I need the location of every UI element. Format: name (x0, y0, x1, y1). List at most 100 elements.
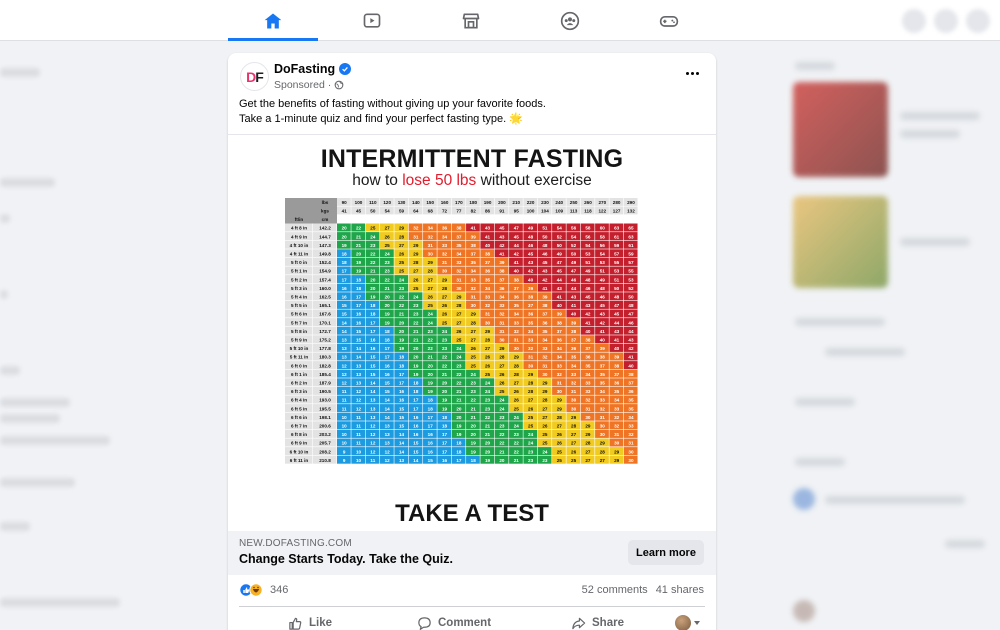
bmi-value: 23 (514, 432, 520, 437)
bmi-value: 17 (385, 346, 391, 351)
bmi-value: 22 (356, 226, 362, 231)
bmi-value: 22 (385, 277, 391, 282)
bmi-value: 46 (600, 295, 606, 300)
comment-button[interactable]: Comment (417, 611, 491, 630)
bmi-value: 60 (600, 226, 606, 231)
bmi-value: 17 (385, 355, 391, 360)
notifications-icon[interactable] (966, 9, 990, 33)
bmi-value: 18 (342, 260, 348, 265)
audience-selector[interactable] (675, 615, 700, 630)
bmi-value: 18 (385, 338, 391, 343)
height-ft-label: 6 ft 0 in (291, 363, 307, 368)
link-preview[interactable]: NEW.DOFASTING.COM Change Starts Today. T… (228, 531, 716, 575)
bmi-value: 47 (628, 312, 634, 317)
height-ft-label: 6 ft 5 in (291, 406, 307, 411)
height-ft-label: 6 ft 7 in (291, 424, 307, 429)
page-avatar[interactable]: DF (240, 62, 269, 91)
bmi-value: 49 (557, 252, 563, 257)
bmi-value: 28 (514, 363, 520, 368)
reaction-icons[interactable] (239, 583, 269, 597)
ad-creative-image[interactable]: INTERMITTENT FASTING how to lose 50 lbs … (228, 134, 716, 530)
messenger-icon[interactable] (934, 9, 958, 33)
bmi-value: 26 (528, 406, 534, 411)
bmi-value: 20 (471, 424, 477, 429)
bmi-value: 22 (514, 441, 520, 446)
bmi-value: 32 (442, 252, 448, 257)
page-name[interactable]: DoFasting (274, 62, 335, 76)
bmi-value: 26 (428, 295, 434, 300)
bmi-value: 16 (428, 432, 434, 437)
bmi-value: 27 (571, 432, 577, 437)
verified-badge-icon (339, 63, 352, 75)
gaming-tab[interactable] (624, 0, 714, 41)
bmi-value: 51 (600, 269, 606, 274)
like-button[interactable]: Like (288, 611, 332, 630)
groups-tab[interactable] (525, 0, 615, 41)
bmi-value: 10 (356, 449, 362, 454)
bmi-value: 22 (442, 363, 448, 368)
bmi-value: 22 (514, 449, 520, 454)
kgs-header-value: 100 (527, 209, 535, 214)
bmi-value: 18 (342, 252, 348, 257)
share-button[interactable]: Share (571, 611, 624, 630)
bmi-value: 14 (342, 329, 348, 334)
bmi-value: 40 (628, 363, 634, 368)
bmi-value: 33 (600, 398, 606, 403)
profile-avatar (675, 615, 691, 630)
top-navigation (0, 0, 1000, 41)
menu-icon[interactable] (902, 9, 926, 33)
bmi-value: 31 (628, 441, 634, 446)
bmi-value: 47 (614, 303, 620, 308)
bmi-value: 23 (456, 363, 462, 368)
bmi-value: 35 (528, 320, 534, 325)
bmi-value: 37 (542, 312, 548, 317)
bmi-value: 27 (542, 406, 548, 411)
bmi-value: 14 (385, 406, 391, 411)
bmi-value: 46 (542, 252, 548, 257)
post-actions: Like Comment Share (228, 609, 716, 630)
bmi-value: 36 (614, 381, 620, 386)
bmi-value: 26 (413, 277, 419, 282)
bmi-value: 15 (399, 424, 405, 429)
sponsored-label[interactable]: Sponsored · (274, 79, 331, 91)
bmi-value: 23 (499, 424, 505, 429)
bmi-value: 13 (385, 424, 391, 429)
bmi-value: 18 (370, 312, 376, 317)
bmi-value: 17 (356, 295, 362, 300)
learn-more-button[interactable]: Learn more (628, 540, 704, 565)
shares-count[interactable]: 41 shares (656, 584, 704, 596)
bmi-value: 14 (370, 389, 376, 394)
bmi-value: 42 (499, 243, 505, 248)
bmi-value: 18 (456, 449, 462, 454)
kgs-header-value: 41 (342, 209, 348, 214)
bmi-value: 40 (514, 269, 520, 274)
height-ft-label: 6 ft 1 in (291, 372, 307, 377)
bmi-value: 15 (413, 449, 419, 454)
bmi-value: 25 (471, 355, 477, 360)
more-options-button[interactable] (682, 63, 702, 83)
engagement-stats: 346 52 comments 41 shares (228, 575, 716, 605)
comments-count[interactable]: 52 comments (582, 584, 648, 596)
bmi-value: 14 (342, 320, 348, 325)
marketplace-tab[interactable] (426, 0, 516, 41)
bmi-value: 42 (585, 312, 591, 317)
bmi-value: 51 (614, 277, 620, 282)
bmi-value: 24 (514, 415, 520, 420)
bmi-value: 36 (485, 269, 491, 274)
bmi-header-corner (285, 198, 337, 224)
watch-tab[interactable] (327, 0, 417, 41)
home-tab[interactable] (228, 0, 318, 41)
bmi-value: 34 (628, 415, 634, 420)
bmi-value: 19 (385, 312, 391, 317)
bmi-value: 26 (442, 312, 448, 317)
bmi-value: 29 (600, 441, 606, 446)
bmi-value: 38 (571, 329, 577, 334)
bmi-value: 13 (385, 432, 391, 437)
lbs-header-value: 130 (398, 200, 406, 205)
bmi-value: 23 (370, 243, 376, 248)
bmi-value: 16 (370, 338, 376, 343)
bmi-value: 26 (571, 449, 577, 454)
reaction-count[interactable]: 346 (270, 584, 288, 596)
bmi-value: 37 (600, 363, 606, 368)
bmi-value: 24 (428, 320, 434, 325)
